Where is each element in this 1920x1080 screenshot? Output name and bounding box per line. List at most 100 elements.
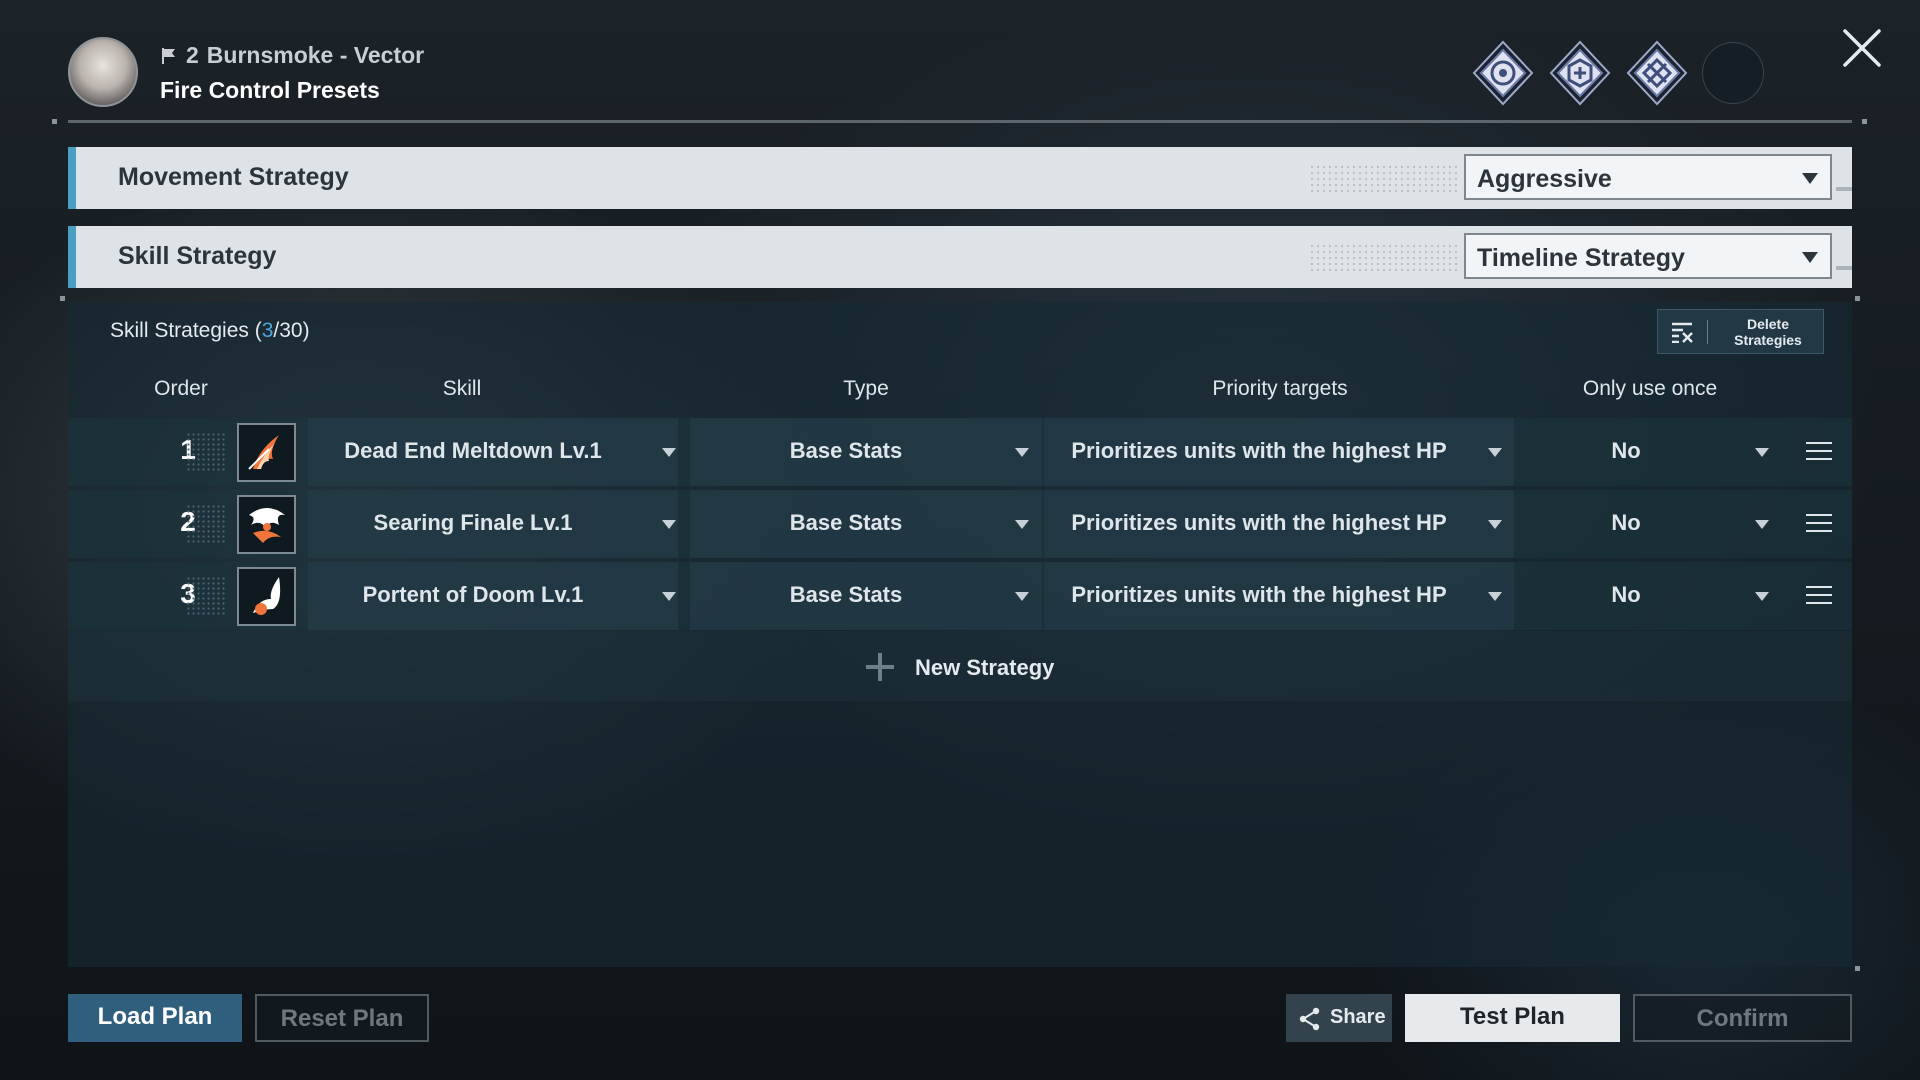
skill-dropdown[interactable]: Dead End Meltdown Lv.1 [308, 418, 678, 486]
close-icon[interactable] [1840, 26, 1884, 70]
strategy-count: 3 [261, 319, 274, 342]
type-value: Base Stats [789, 510, 903, 535]
priority-targets-dropdown[interactable]: Prioritizes units with the highest HP [1044, 490, 1514, 558]
badge-2-icon[interactable] [1547, 40, 1613, 106]
movement-strategy-label: Movement Strategy [118, 163, 349, 191]
skill-name: Portent of Doom Lv.1 [362, 582, 584, 607]
chevron-down-icon [1015, 592, 1029, 601]
chevron-down-icon [1488, 448, 1502, 457]
movement-strategy-dropdown[interactable]: Aggressive [1464, 154, 1832, 200]
reset-plan-button[interactable]: Reset Plan [255, 994, 429, 1042]
skill-comet-icon [237, 567, 296, 626]
share-label: Share [1330, 1006, 1386, 1028]
bar-notch [1836, 266, 1852, 270]
title-prefix: Skill Strategies ( [110, 319, 262, 342]
chevron-down-icon [1755, 592, 1769, 601]
corner-marker [1862, 119, 1867, 124]
delete-list-icon [1672, 322, 1693, 343]
column-only-use-once: Only use once [1582, 377, 1718, 400]
only-use-once-dropdown[interactable]: No [1516, 562, 1856, 630]
type-dropdown[interactable]: Base Stats [690, 562, 1042, 630]
chevron-down-icon [662, 520, 676, 529]
avatar [68, 37, 138, 107]
column-skill: Skill [442, 377, 482, 400]
table-row[interactable]: 3 Portent of Doom Lv.1 Base Stats Priori… [68, 562, 1852, 630]
column-type: Type [843, 377, 889, 400]
only-use-once-value: No [1611, 438, 1641, 463]
type-dropdown[interactable]: Base Stats [690, 418, 1042, 486]
corner-marker [1855, 966, 1860, 971]
chevron-down-icon [662, 592, 676, 601]
unit-name: Burnsmoke - Vector [206, 42, 425, 68]
share-button[interactable]: Share [1286, 994, 1392, 1042]
new-strategy-button[interactable]: New Strategy [68, 631, 1852, 701]
column-order: Order [154, 377, 208, 400]
share-icon [1299, 1007, 1320, 1031]
priority-targets-value: Prioritizes units with the highest HP [1071, 582, 1447, 607]
corner-marker [1855, 296, 1860, 301]
drag-handle-dots[interactable] [186, 432, 226, 472]
drag-handle-dots[interactable] [186, 504, 226, 544]
corner-marker [60, 296, 65, 301]
badge-1-icon[interactable] [1470, 40, 1536, 106]
squad-number: 2 [186, 42, 199, 68]
chevron-down-icon [1755, 520, 1769, 529]
skill-strategies-title: Skill Strategies (3/30) [110, 319, 310, 343]
row-menu-icon[interactable] [1806, 514, 1832, 534]
type-value: Base Stats [789, 438, 903, 463]
movement-strategy-bar: Movement Strategy Aggressive [68, 147, 1852, 209]
badge-3-icon[interactable] [1624, 40, 1690, 106]
only-use-once-value: No [1611, 510, 1641, 535]
skill-name: Searing Finale Lv.1 [373, 510, 573, 535]
chevron-down-icon [1802, 173, 1818, 184]
skill-flame-icon [237, 423, 296, 482]
row-menu-icon[interactable] [1806, 586, 1832, 606]
chevron-down-icon [662, 448, 676, 457]
header-divider [68, 120, 1852, 123]
bar-notch [1836, 187, 1852, 191]
empty-badge-slot[interactable] [1702, 42, 1764, 104]
priority-targets-value: Prioritizes units with the highest HP [1071, 438, 1447, 463]
test-plan-button[interactable]: Test Plan [1405, 994, 1620, 1042]
new-strategy-label: New Strategy [915, 655, 1055, 680]
decorative-dots [1309, 243, 1459, 271]
skill-name: Dead End Meltdown Lv.1 [344, 438, 602, 463]
flag-icon [162, 47, 175, 64]
chevron-down-icon [1802, 252, 1818, 263]
skill-dropdown[interactable]: Searing Finale Lv.1 [308, 490, 678, 558]
skill-strategy-value: Timeline Strategy [1477, 244, 1685, 272]
title-suffix: /30) [273, 319, 310, 342]
only-use-once-dropdown[interactable]: No [1516, 490, 1856, 558]
type-value: Base Stats [789, 582, 903, 607]
table-row[interactable]: 2 Searing Finale Lv.1 Base Stats Priorit… [68, 490, 1852, 558]
plus-icon [866, 653, 894, 681]
table-row[interactable]: 1 Dead End Meltdown Lv.1 Base Stats Prio… [68, 418, 1852, 486]
row-menu-icon[interactable] [1806, 442, 1832, 462]
load-plan-button[interactable]: Load Plan [68, 994, 242, 1042]
chevron-down-icon [1488, 520, 1502, 529]
chevron-down-icon [1488, 592, 1502, 601]
skill-strategy-label: Skill Strategy [118, 242, 277, 270]
delete-strategies-label: Delete Strategies [1734, 316, 1802, 348]
drag-handle-dots[interactable] [186, 576, 226, 616]
priority-targets-value: Prioritizes units with the highest HP [1071, 510, 1447, 535]
column-priority-targets: Priority targets [1212, 377, 1348, 400]
only-use-once-dropdown[interactable]: No [1516, 418, 1856, 486]
only-use-once-value: No [1611, 582, 1641, 607]
chevron-down-icon [1755, 448, 1769, 457]
decorative-dots [1309, 164, 1459, 192]
page-title: Fire Control Presets [160, 77, 380, 103]
priority-targets-dropdown[interactable]: Prioritizes units with the highest HP [1044, 418, 1514, 486]
skill-strategy-bar: Skill Strategy Timeline Strategy [68, 226, 1852, 288]
chevron-down-icon [1015, 520, 1029, 529]
delete-strategies-button[interactable]: Delete Strategies [1657, 309, 1824, 354]
priority-targets-dropdown[interactable]: Prioritizes units with the highest HP [1044, 562, 1514, 630]
confirm-button[interactable]: Confirm [1633, 994, 1852, 1042]
chevron-down-icon [1015, 448, 1029, 457]
type-dropdown[interactable]: Base Stats [690, 490, 1042, 558]
corner-marker [52, 119, 57, 124]
skill-strategy-dropdown[interactable]: Timeline Strategy [1464, 233, 1832, 279]
unit-title: 2 Burnsmoke - Vector [160, 42, 424, 69]
skill-dropdown[interactable]: Portent of Doom Lv.1 [308, 562, 678, 630]
movement-strategy-value: Aggressive [1477, 165, 1612, 193]
